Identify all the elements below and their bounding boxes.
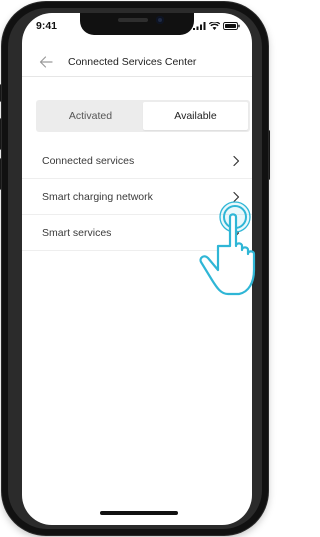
list-item-label: Smart charging network [42,191,153,203]
list-item-connected-services[interactable]: Connected services [22,143,252,179]
segmented-control: Activated Available [36,100,250,132]
notch [80,13,194,35]
back-arrow-icon[interactable] [38,55,54,69]
list-item-label: Connected services [42,155,135,167]
list-item-smart-services[interactable]: Smart services [22,215,252,251]
page-title: Connected Services Center [68,56,197,68]
chevron-right-icon [233,191,240,203]
tab-activated[interactable]: Activated [38,102,143,130]
battery-icon [223,22,240,30]
chevron-right-icon [233,155,240,167]
list-item-label: Smart services [42,227,112,239]
chevron-right-icon [233,227,240,239]
tab-available[interactable]: Available [143,102,248,130]
wifi-icon [209,22,220,30]
speaker-grille [118,18,148,22]
phone-screen: 9:41 Connected Services Center Activated… [22,13,252,525]
front-camera [156,16,164,24]
stage: 9:41 Connected Services Center Activated… [0,0,270,537]
cellular-signal-icon [193,22,206,30]
navigation-bar: Connected Services Center [22,47,252,77]
services-list: Connected services Smart charging networ… [22,143,252,251]
status-icons [193,22,240,30]
home-indicator [100,511,178,515]
list-item-smart-charging-network[interactable]: Smart charging network [22,179,252,215]
status-time: 9:41 [36,20,58,32]
